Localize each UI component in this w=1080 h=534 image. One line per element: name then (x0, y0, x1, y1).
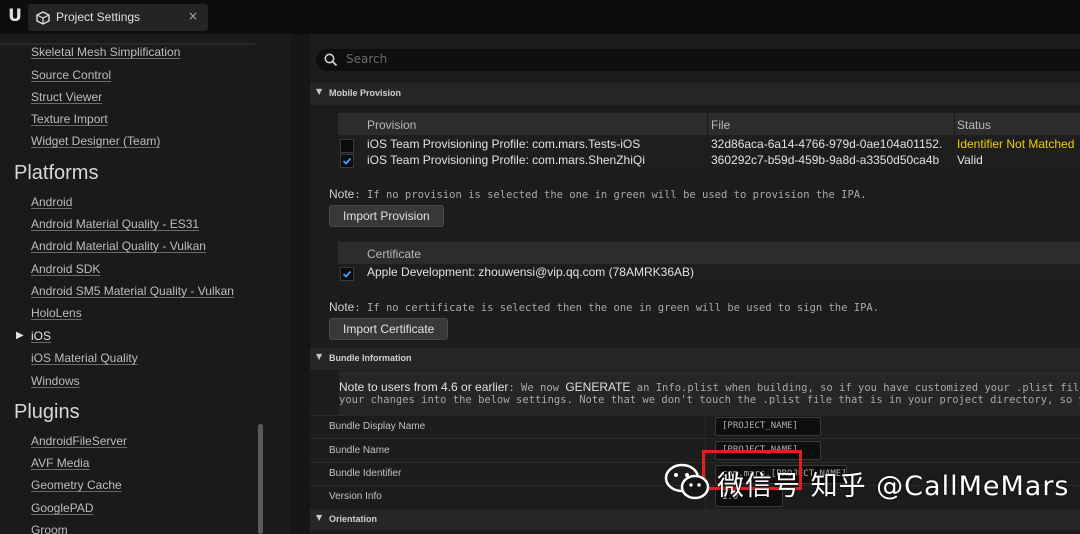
column-header-provision[interactable]: Provision (367, 118, 416, 132)
sidebar-item-geometry-cache[interactable]: Geometry Cache (31, 478, 122, 492)
section-bundle-information[interactable]: ▼ Bundle Information (310, 348, 1080, 370)
settings-sidebar: Skeletal Mesh Simplification Source Cont… (0, 34, 290, 534)
collapse-arrow-icon[interactable]: ▼ (316, 87, 322, 96)
sidebar-item-android-material-es31[interactable]: Android Material Quality - ES31 (31, 217, 199, 231)
checkmark-icon (342, 157, 352, 165)
bundle-display-name-input[interactable]: [PROJECT_NAME] (715, 417, 821, 436)
version-info-label: Version Info (329, 491, 382, 502)
sidebar-item-texture-import[interactable]: Texture Import (31, 112, 108, 126)
certificate-checkbox-1[interactable] (340, 267, 354, 281)
sidebar-item-ios-material-quality[interactable]: iOS Material Quality (31, 351, 138, 365)
note-label: Note (329, 300, 355, 314)
selected-arrow-icon: ▶ (16, 330, 24, 341)
column-separator[interactable] (954, 113, 955, 135)
provision-name-1: iOS Team Provisioning Profile: com.mars.… (367, 137, 641, 151)
watermark-text: 微信号 知乎 @CallMeMars (717, 471, 1070, 502)
plugins-heading: Plugins (14, 401, 80, 423)
settings-details-panel: Search ▼ Mobile Provision Provision File… (310, 34, 1080, 534)
bundle-note-line-1: Note to users from 4.6 or earlier: We no… (339, 380, 1080, 394)
column-separator[interactable] (707, 113, 708, 135)
sidebar-item-struct-viewer[interactable]: Struct Viewer (31, 90, 102, 104)
provision-file-1: 32d86aca-6a14-4766-979d-0ae104a01152. (711, 137, 943, 151)
bundle-display-name-label: Bundle Display Name (329, 421, 426, 432)
section-orientation[interactable]: ▼ Orientation (310, 509, 1080, 531)
provision-checkbox-1[interactable] (340, 139, 354, 153)
row-divider (310, 438, 1080, 439)
provision-table-header: Provision File Status (338, 113, 1080, 135)
provision-status-2: Valid (957, 153, 983, 167)
sidebar-item-androidfileserver[interactable]: AndroidFileServer (31, 434, 127, 448)
search-input[interactable]: Search (346, 52, 387, 66)
panel-splitter[interactable] (290, 34, 310, 534)
section-title: Bundle Information (329, 353, 412, 363)
sidebar-item-groom[interactable]: Groom (31, 523, 68, 534)
tab-project-settings[interactable]: Project Settings × (28, 4, 208, 31)
section-title: Orientation (329, 514, 378, 524)
row-divider (310, 415, 1080, 416)
bundle-upgrade-note: Note to users from 4.6 or earlier: We no… (339, 371, 1080, 415)
collapse-arrow-icon[interactable]: ▼ (316, 513, 322, 522)
import-provision-button[interactable]: Import Provision (329, 205, 444, 227)
search-box[interactable]: Search (316, 49, 1080, 71)
note-label: Note (329, 187, 355, 201)
certificate-name-1: Apple Development: zhouwensi@vip.qq.com … (367, 265, 695, 279)
certificate-note: Note: If no certificate is selected then… (329, 300, 879, 314)
close-icon[interactable]: × (188, 9, 198, 23)
section-mobile-provision[interactable]: ▼ Mobile Provision (310, 83, 1080, 105)
section-title: Mobile Provision (329, 88, 402, 98)
checkmark-icon (342, 270, 352, 278)
sidebar-item-android-sdk[interactable]: Android SDK (31, 262, 100, 276)
note-text: : If no certificate is selected then the… (354, 302, 880, 314)
provision-checkbox-2[interactable] (340, 154, 354, 168)
bundle-identifier-label: Bundle Identifier (329, 468, 402, 479)
import-certificate-button[interactable]: Import Certificate (329, 318, 449, 340)
sidebar-item-widget-designer[interactable]: Widget Designer (Team) (31, 134, 160, 148)
sidebar-item-skeletal-mesh-simplification[interactable]: Skeletal Mesh Simplification (31, 45, 180, 59)
sidebar-item-source-control[interactable]: Source Control (31, 68, 111, 82)
bundle-name-label: Bundle Name (329, 445, 390, 456)
platforms-heading: Platforms (14, 162, 99, 184)
provision-status-1: Identifier Not Matched (957, 137, 1075, 151)
tab-label: Project Settings (56, 10, 141, 24)
collapse-arrow-icon[interactable]: ▼ (316, 352, 322, 361)
wechat-logo-icon (664, 463, 710, 500)
provision-note: Note: If no provision is selected the on… (329, 187, 866, 201)
sidebar-item-ios[interactable]: iOS (31, 329, 51, 343)
sidebar-item-windows[interactable]: Windows (31, 374, 80, 388)
sidebar-item-android[interactable]: Android (31, 195, 72, 209)
provision-file-2: 360292c7-b59d-459b-9a8d-a3350d50ca4b (711, 153, 940, 167)
sidebar-item-hololens[interactable]: HoloLens (31, 306, 82, 320)
sidebar-item-android-sm5-vulkan[interactable]: Android SM5 Material Quality - Vulkan (31, 284, 234, 298)
sidebar-item-googlepad[interactable]: GooglePAD (31, 501, 93, 515)
sidebar-item-avf-media[interactable]: AVF Media (31, 456, 89, 470)
watermark: 微信号 知乎 @CallMeMars (663, 462, 1068, 502)
column-header-file[interactable]: File (711, 118, 730, 132)
note-text: : If no provision is selected the one in… (354, 189, 867, 201)
settings-cube-icon (36, 11, 50, 25)
sidebar-item-android-material-vulkan[interactable]: Android Material Quality - Vulkan (31, 239, 206, 253)
provision-name-2: iOS Team Provisioning Profile: com.mars.… (367, 153, 645, 167)
certificate-table-header: Certificate (338, 242, 1080, 264)
unreal-logo-icon[interactable]: U (5, 6, 25, 26)
bundle-note-line-2: your changes into the below settings. No… (339, 394, 1080, 406)
sidebar-scrollbar[interactable] (258, 424, 263, 534)
column-header-status[interactable]: Status (957, 118, 991, 132)
column-header-certificate[interactable]: Certificate (367, 247, 421, 261)
title-bar: U Project Settings × (0, 0, 1080, 34)
search-icon (324, 53, 338, 67)
